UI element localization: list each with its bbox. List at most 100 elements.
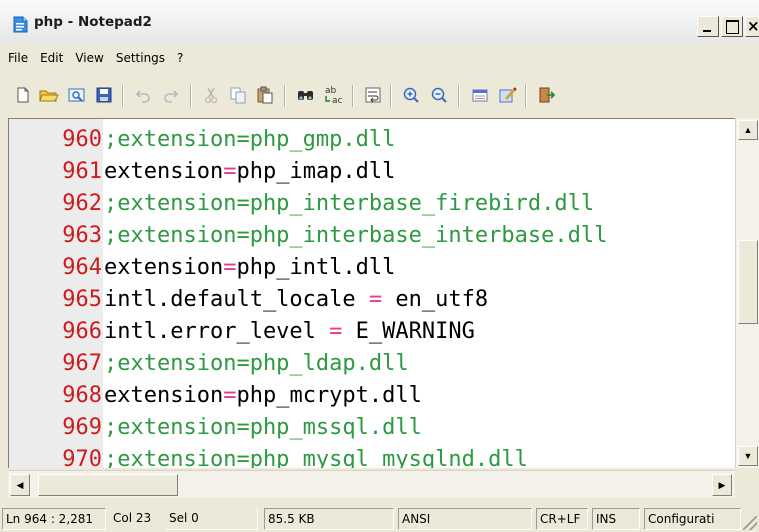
resize-grip-icon[interactable] — [743, 516, 757, 530]
horizontal-scroll-thumb[interactable] — [38, 474, 178, 496]
ini-value: php_imap.dll — [236, 159, 396, 184]
toolbar-separator — [458, 85, 460, 107]
save-button[interactable] — [91, 82, 117, 108]
menu-file[interactable]: File — [8, 48, 28, 68]
scheme-button[interactable] — [495, 82, 521, 108]
new-file-button[interactable] — [10, 82, 36, 108]
browse-button[interactable] — [64, 82, 90, 108]
scrollbar-corner — [735, 470, 759, 498]
toolbar-separator — [352, 85, 354, 107]
code-line: 963 ;extension=php_interbase_interbase.dl… — [9, 219, 735, 253]
zoom-in-button[interactable] — [398, 82, 424, 108]
exit-button[interactable] — [533, 82, 559, 108]
vertical-scroll-thumb[interactable] — [738, 240, 758, 324]
status-position: Ln 964 : 2,281 — [2, 508, 106, 530]
code-line: 964 extension=php_intl.dll — [9, 251, 735, 285]
maximize-button[interactable] — [721, 16, 743, 37]
title-bar[interactable]: php - Notepad2 × — [0, 0, 759, 44]
notepad2-window: php - Notepad2 × File Edit View Settings… — [0, 0, 759, 532]
copy-button[interactable] — [225, 82, 251, 108]
scroll-right-button[interactable]: ▶ — [712, 474, 732, 496]
view-button[interactable] — [467, 82, 493, 108]
status-scheme[interactable]: Configurati — [644, 508, 741, 530]
exit-icon — [539, 87, 555, 103]
ini-value: E_WARNING — [355, 319, 475, 344]
ini-key: extension — [104, 383, 224, 408]
menu-edit[interactable]: Edit — [40, 48, 63, 68]
menu-help[interactable]: ? — [177, 48, 183, 68]
arrow-left-icon: ◀ — [16, 479, 24, 490]
menu-bar: File Edit View Settings ? — [8, 48, 195, 68]
code-line: 968 extension=php_mcrypt.dll — [9, 379, 735, 413]
status-file-size: 85.5 KB — [264, 508, 394, 530]
close-icon: × — [747, 17, 759, 35]
word-wrap-icon — [365, 87, 381, 103]
code-text: extension=php_mcrypt.dll — [104, 379, 422, 413]
status-encoding[interactable]: ANSI — [398, 508, 532, 530]
close-button[interactable]: × — [745, 16, 759, 37]
toolbar-separator — [190, 85, 192, 107]
replace-icon: abac — [325, 86, 343, 106]
code-line: 967 ;extension=php_ldap.dll — [9, 347, 735, 381]
ini-operator: = — [223, 255, 237, 280]
code-text: intl.error_level = E_WARNING — [104, 315, 475, 349]
ini-operator: = — [315, 319, 356, 344]
paste-icon — [257, 86, 273, 104]
svg-text:ab: ab — [325, 86, 337, 96]
ini-operator: = — [355, 287, 396, 312]
open-folder-icon — [39, 90, 59, 102]
scroll-left-button[interactable]: ◀ — [10, 474, 30, 496]
menu-settings[interactable]: Settings — [116, 48, 165, 68]
status-line-endings[interactable]: CR+LF — [536, 508, 588, 530]
text-editor[interactable]: 960 ;extension=php_gmp.dll 961 extension=ph… — [8, 118, 735, 468]
code-text: ;extension=php_mssql.dll — [104, 415, 422, 440]
scroll-down-button[interactable]: ▼ — [738, 446, 758, 466]
code-line: 960 ;extension=php_gmp.dll — [9, 123, 735, 157]
line-number: 967 — [62, 351, 102, 376]
toolbar-separator — [390, 85, 392, 107]
code-text: intl.default_locale = en_utf8 — [104, 283, 488, 317]
line-number: 968 — [62, 383, 102, 408]
paste-button[interactable] — [252, 82, 278, 108]
save-icon — [96, 87, 112, 103]
open-button[interactable] — [36, 82, 62, 108]
code-line: 962 ;extension=php_interbase_firebird.dll — [9, 187, 735, 221]
toolbar-separator — [525, 85, 527, 107]
caption-buttons: × — [697, 16, 759, 38]
code-line: 961 extension=php_imap.dll — [9, 155, 735, 189]
status-bar: Ln 964 : 2,281 Col 23 Sel 0 85.5 KB ANSI… — [0, 504, 759, 532]
code-line: 965 intl.default_locale = en_utf8 — [9, 283, 735, 317]
code-text: extension=php_imap.dll — [104, 155, 395, 189]
new-file-icon — [17, 87, 29, 103]
line-number: 966 — [62, 319, 102, 344]
code-text: ;extension=php_mysql_mysqlnd.dll — [104, 447, 528, 468]
redo-button[interactable] — [158, 82, 184, 108]
code-text: ;extension=php_interbase_interbase.dll — [104, 223, 608, 248]
code-text: ;extension=php_interbase_firebird.dll — [104, 191, 595, 216]
scheme-icon — [499, 87, 517, 103]
word-wrap-button[interactable] — [360, 82, 386, 108]
horizontal-scrollbar[interactable]: ◀ ▶ — [8, 470, 735, 498]
cut-icon — [204, 87, 218, 104]
minimize-button[interactable] — [697, 16, 719, 37]
notepad2-app-icon — [12, 16, 29, 33]
redo-icon — [164, 90, 179, 103]
code-text: ;extension=php_gmp.dll — [104, 127, 396, 152]
status-insert-mode[interactable]: INS — [592, 508, 640, 530]
find-button[interactable] — [293, 82, 319, 108]
replace-button[interactable]: ab ac — [321, 82, 347, 108]
scroll-up-button[interactable]: ▲ — [738, 120, 758, 140]
view-icon — [472, 89, 488, 102]
status-column: Col 23 — [113, 511, 152, 525]
zoom-in-icon — [403, 87, 419, 103]
ini-value: en_utf8 — [395, 287, 489, 312]
code-line: 969 ;extension=php_mssql.dll — [9, 411, 735, 445]
window-title: php - Notepad2 — [34, 14, 152, 30]
cut-button[interactable] — [198, 82, 224, 108]
menu-view[interactable]: View — [75, 48, 103, 68]
undo-button[interactable] — [130, 82, 156, 108]
vertical-scrollbar[interactable]: ▲ ▼ — [735, 118, 759, 468]
zoom-out-button[interactable] — [426, 82, 452, 108]
find-icon — [298, 91, 313, 100]
line-number: 970 — [62, 447, 102, 468]
